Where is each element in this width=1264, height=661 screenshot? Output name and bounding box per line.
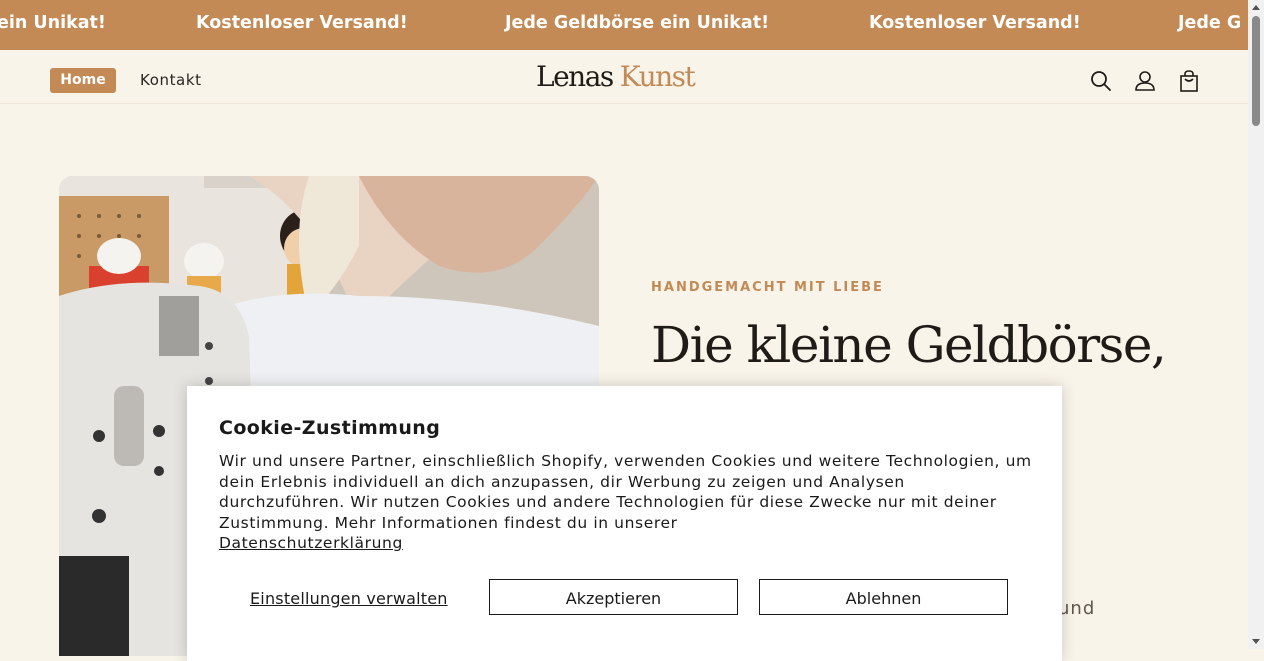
logo-part-2: Kunst [619, 60, 696, 93]
announcement-message: Jede G [1178, 13, 1242, 33]
cookie-description: Wir und unsere Partner, einschließlich S… [219, 452, 1032, 532]
cookie-text: Wir und unsere Partner, einschließlich S… [219, 451, 1034, 554]
hero-eyebrow: HANDGEMACHT MIT LIEBE [651, 280, 884, 295]
announcement-message: Kostenloser Versand! [196, 13, 408, 33]
scroll-up-arrow-icon[interactable] [1252, 5, 1260, 10]
announcement-message: ein Unikat! [0, 13, 106, 33]
page-scrollbar[interactable] [1248, 0, 1264, 649]
hero-text-fragment: und [1058, 598, 1096, 619]
site-logo[interactable]: Lenas Kunst [536, 60, 696, 93]
hero-title: Die kleine Geldbörse, [651, 316, 1167, 374]
accept-button[interactable]: Akzeptieren [489, 579, 738, 615]
nav-home-link[interactable]: Home [50, 68, 116, 93]
manage-settings-link[interactable]: Einstellungen verwalten [250, 589, 448, 608]
search-icon[interactable] [1088, 68, 1114, 94]
cookie-consent-banner: Cookie-Zustimmung Wir und unsere Partner… [187, 386, 1062, 661]
announcement-message: Jede Geldbörse ein Unikat! [505, 13, 770, 33]
decline-button[interactable]: Ablehnen [759, 579, 1008, 615]
privacy-policy-link[interactable]: Datenschutzerklärung [219, 534, 403, 552]
scroll-down-arrow-icon[interactable] [1252, 639, 1260, 644]
announcement-bar: ein Unikat! Kostenloser Versand! Jede Ge… [0, 0, 1248, 50]
announcement-message: Kostenloser Versand! [869, 13, 1081, 33]
cookie-title: Cookie-Zustimmung [219, 417, 441, 439]
logo-part-1: Lenas [536, 60, 614, 93]
nav-contact-link[interactable]: Kontakt [140, 71, 202, 89]
account-icon[interactable] [1132, 68, 1158, 94]
scrollbar-thumb[interactable] [1252, 16, 1260, 126]
cart-icon[interactable] [1176, 68, 1202, 94]
site-header: Home Kontakt Lenas Kunst [0, 50, 1248, 104]
